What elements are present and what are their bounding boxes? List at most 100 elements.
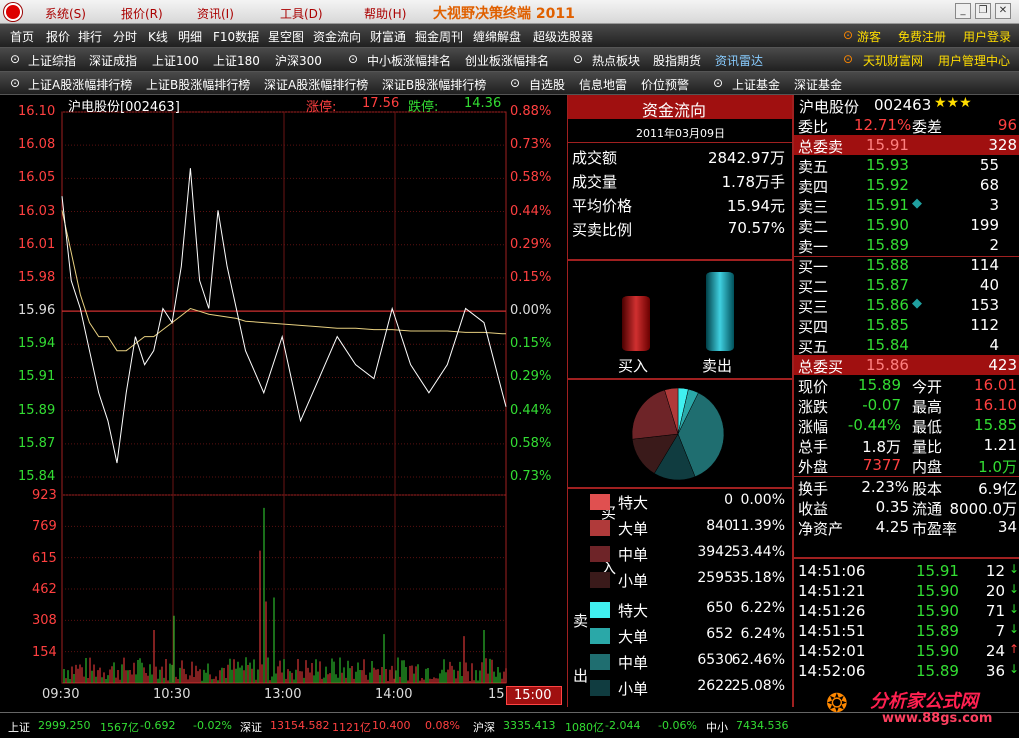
toolbar-item-caifutong[interactable]: 财富通	[370, 28, 406, 45]
fundamental-label: 流通	[912, 500, 943, 518]
intraday-chart[interactable]: 沪电股份[002463] 涨停: 17.56 跌停: 14.36 16.10 16…	[0, 95, 568, 707]
bid-row: 买四 15.85 112	[794, 315, 1019, 336]
toolbar-item-sz-component[interactable]: 深证成指	[89, 52, 137, 69]
toolbar-item-quote[interactable]: 报价	[46, 28, 70, 45]
time-tick: 14:00	[375, 687, 413, 702]
order-percent: 62.46%	[731, 652, 785, 668]
menu-system[interactable]: 系统(S)	[45, 5, 86, 22]
time-tick: 09:30	[42, 687, 80, 702]
sell-label: 卖出	[702, 357, 733, 375]
limit-down-value: 14.36	[464, 96, 502, 111]
toolbar-item-sh100[interactable]: 上证100	[152, 52, 199, 69]
percent-tick: 0.29%	[510, 369, 552, 385]
toolbar-item-intraday[interactable]: 分时	[113, 28, 137, 45]
order-size-label: 特大	[618, 494, 649, 512]
toolbar-item-detail[interactable]: 明细	[178, 28, 202, 45]
toolbar-item-shb-rank[interactable]: 上证B股涨幅排行榜	[146, 76, 250, 93]
menu-tools[interactable]: 工具(D)	[280, 5, 323, 22]
toolbar-item-szb-rank[interactable]: 深证B股涨幅排行榜	[382, 76, 486, 93]
stat-value: 1.0万	[978, 458, 1017, 476]
toolbar-item-starmap[interactable]: 星空图	[268, 28, 304, 45]
order-percent: 25.08%	[731, 678, 785, 694]
bullet-icon: ⊙	[573, 52, 584, 66]
bid-row: 买五 15.84 4	[794, 335, 1019, 356]
toolbar-item-hs300[interactable]: 沪深300	[275, 52, 322, 69]
fundamental-value: 6.9亿	[978, 480, 1017, 498]
percent-tick: 0.15%	[510, 269, 552, 285]
toolbar-item-fundflow[interactable]: 资金流向	[313, 28, 361, 45]
index-name[interactable]: 上证	[8, 719, 30, 735]
toolbar-item-gem-rank[interactable]: 创业板涨幅排名	[465, 52, 549, 69]
index-percent: -0.06%	[658, 719, 697, 732]
toolbar-item-watchlist[interactable]: 自选股	[529, 76, 565, 93]
volume-tick: 615	[32, 550, 57, 566]
toolbar-item-price-alert[interactable]: 价位预警	[641, 76, 689, 93]
ask-price: 15.90	[866, 216, 909, 234]
order-volume: 650	[706, 600, 733, 616]
fundamental-label: 收益	[798, 500, 829, 518]
menu-help[interactable]: 帮助(H)	[364, 5, 406, 22]
minimize-icon[interactable]: _	[955, 3, 971, 19]
stat-value: 16.10	[974, 396, 1017, 414]
tick-volume: 36	[985, 662, 1005, 680]
tick-price: 15.89	[916, 622, 959, 640]
tick-time: 14:51:51	[798, 622, 866, 640]
bid-row: 买三 15.86 ◆ 153	[794, 295, 1019, 316]
toolbar-item-user-center[interactable]: 用户管理中心	[938, 52, 1010, 69]
toolbar-item-guest[interactable]: 游客	[857, 28, 881, 45]
toolbar-item-tianji[interactable]: 天玑财富网	[863, 52, 923, 69]
tick-row: 14:52:01 15.90 24 ↑	[794, 641, 1019, 661]
toolbar-item-news-radar[interactable]: 资讯雷达	[715, 52, 763, 69]
toolbar-item-jiepan[interactable]: 缠绵解盘	[473, 28, 521, 45]
ask-volume: 68	[979, 176, 999, 194]
order-volume: 652	[706, 626, 733, 642]
restore-icon[interactable]: ❐	[975, 3, 991, 19]
fund-flow-header: 资金流向	[568, 95, 792, 120]
toolbar-item-sh-fund[interactable]: 上证基金	[732, 76, 780, 93]
toolbar-item-f10[interactable]: F10数据	[213, 28, 259, 45]
index-name[interactable]: 中小	[706, 719, 728, 735]
fund-flow-stat-value: 70.57%	[727, 219, 785, 237]
toolbar-item-weekly[interactable]: 掘金周刊	[415, 28, 463, 45]
toolbar-item-sha-rank[interactable]: 上证A股涨幅排行榜	[28, 76, 132, 93]
bid-price: 15.88	[866, 256, 909, 274]
volume-tick: 462	[32, 582, 57, 597]
toolbar-item-sz-fund[interactable]: 深证基金	[794, 76, 842, 93]
toolbar-item-info-mine[interactable]: 信息地雷	[579, 76, 627, 93]
fundamental-row: 收益 0.35 流通 8000.0万	[794, 497, 1019, 518]
menu-quote[interactable]: 报价(R)	[121, 5, 163, 22]
toolbar-item-home[interactable]: 首页	[10, 28, 34, 45]
index-change: 10.400	[372, 719, 411, 732]
toolbar-item-sh-composite[interactable]: 上证综指	[28, 52, 76, 69]
toolbar-item-futures[interactable]: 股指期货	[653, 52, 701, 69]
fundamental-row: 净资产 4.25 市盈率 34	[794, 517, 1019, 538]
toolbar-item-rank[interactable]: 排行	[78, 28, 102, 45]
toolbar-item-hot-sectors[interactable]: 热点板块	[592, 52, 640, 69]
toolbar-item-register[interactable]: 免费注册	[898, 28, 946, 45]
ask-row: 卖五 15.93 55	[794, 155, 1019, 176]
stat-label: 内盘	[912, 458, 943, 476]
tick-row: 14:51:51 15.89 7 ↓	[794, 621, 1019, 641]
buy-swatch	[590, 494, 610, 510]
toolbar-main: 首页 报价 排行 分时 K线 明细 F10数据 星空图 资金流向 财富通 掘金周…	[0, 24, 1019, 48]
bid-volume: 153	[970, 296, 999, 314]
toolbar-item-stockpicker[interactable]: 超级选股器	[533, 28, 593, 45]
toolbar-item-login[interactable]: 用户登录	[963, 28, 1011, 45]
percent-tick: 0.44%	[510, 203, 552, 219]
index-name[interactable]: 沪深	[473, 719, 495, 735]
toolbar-item-sh180[interactable]: 上证180	[213, 52, 260, 69]
order-percent: 6.22%	[740, 600, 785, 616]
toolbar-item-kline[interactable]: K线	[148, 28, 168, 45]
index-name[interactable]: 深证	[240, 719, 262, 735]
close-icon[interactable]: ✕	[995, 3, 1011, 19]
menu-news[interactable]: 资讯(I)	[197, 5, 234, 22]
toolbar-item-sza-rank[interactable]: 深证A股涨幅排行榜	[264, 76, 368, 93]
bid-price: 15.86	[866, 296, 909, 314]
rating-stars-icon: ★★★	[934, 95, 972, 111]
index-value: 13154.582	[270, 719, 330, 732]
order-volume: 3942	[697, 544, 733, 560]
stat-label: 最低	[912, 418, 943, 436]
toolbar-item-sme-rank[interactable]: 中小板涨幅排名	[367, 52, 451, 69]
tick-price: 15.90	[916, 602, 959, 620]
stat-value: 1.8万	[862, 438, 901, 456]
